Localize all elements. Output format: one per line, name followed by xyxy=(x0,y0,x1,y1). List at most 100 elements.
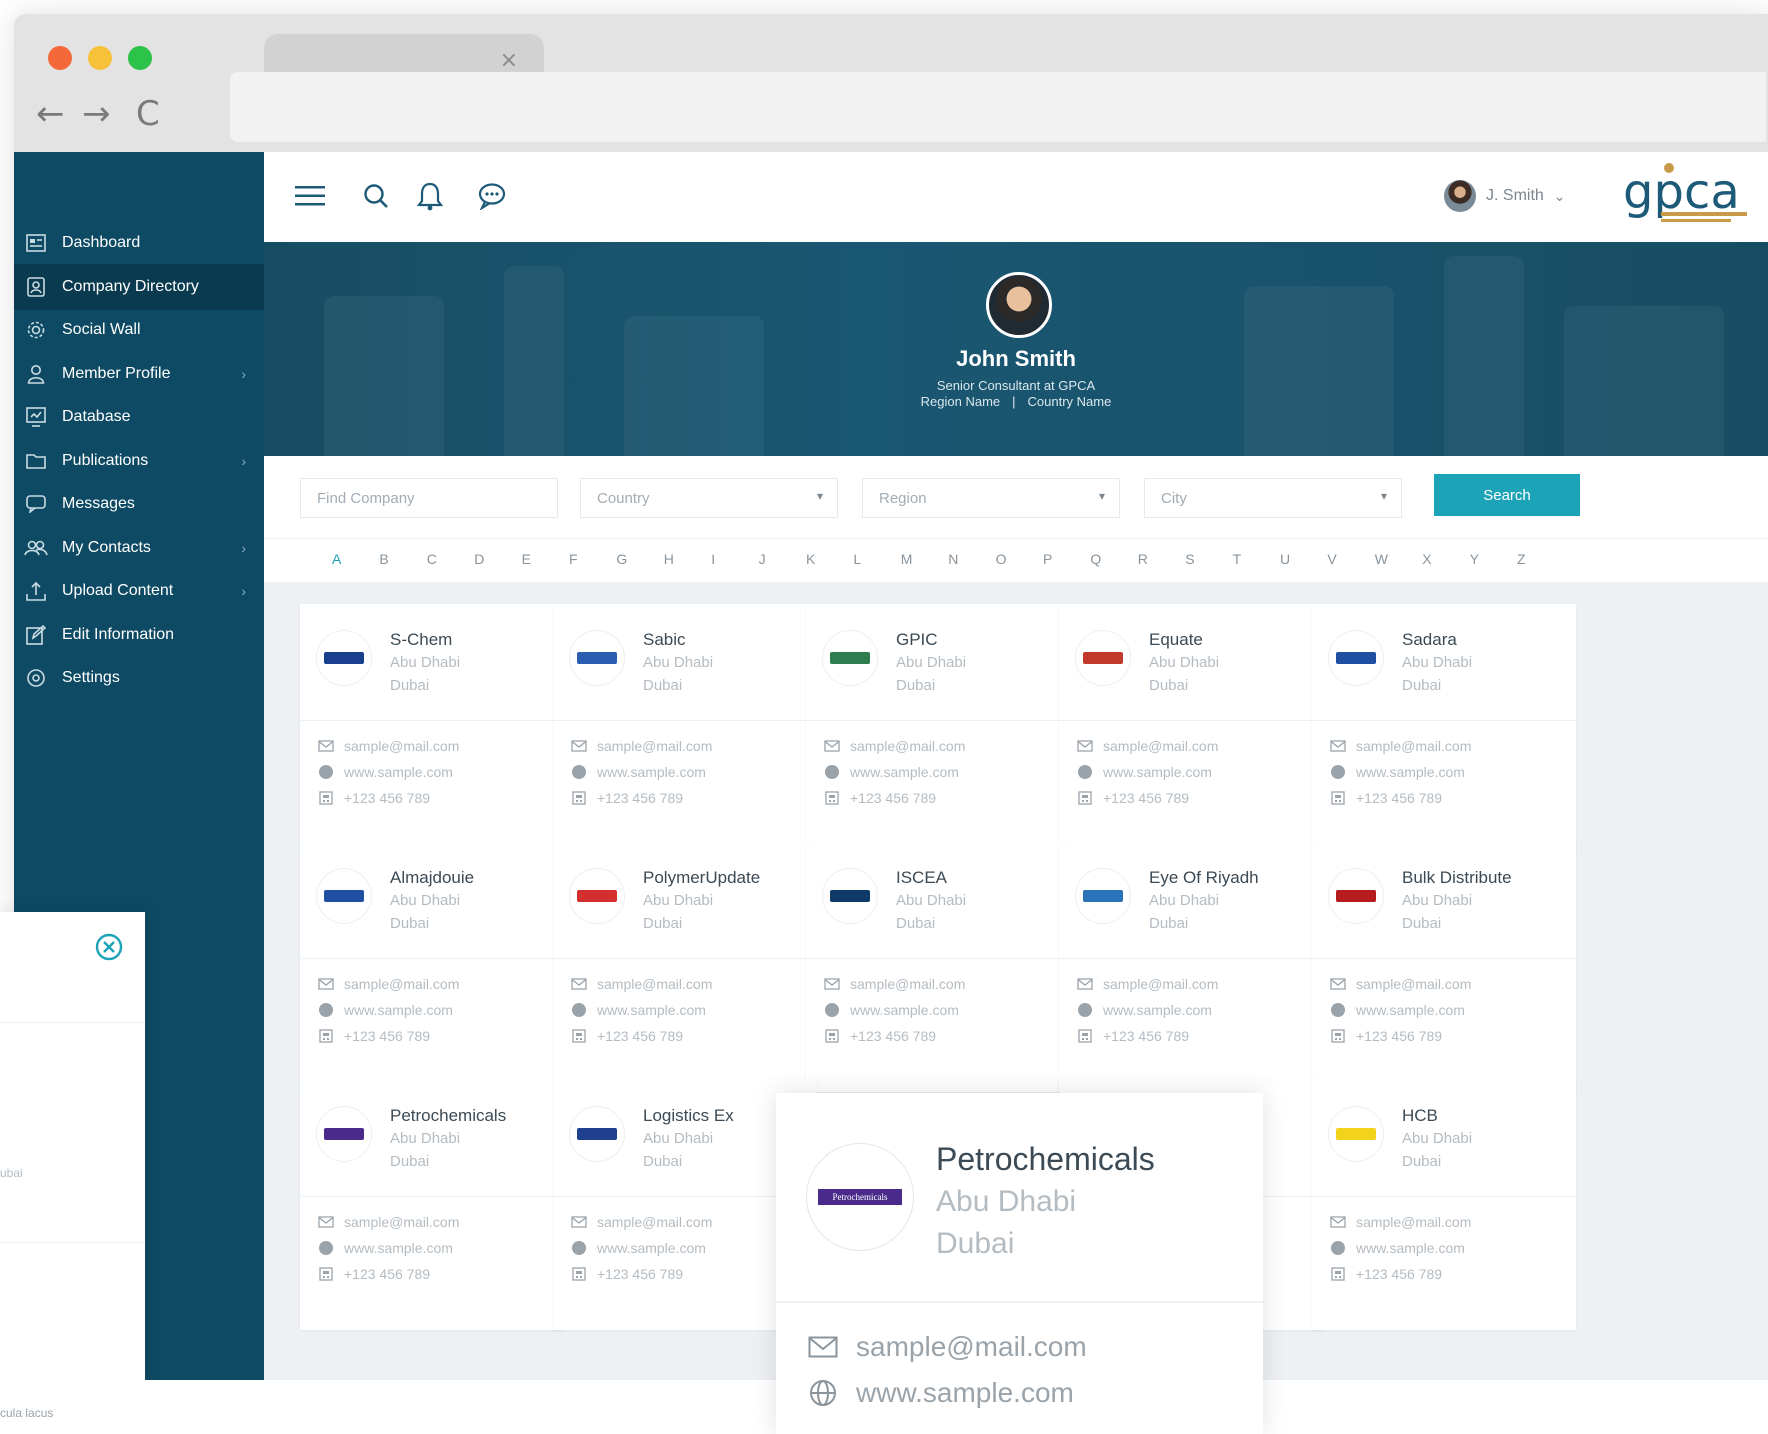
company-website[interactable]: www.sample.com xyxy=(824,764,959,780)
company-email[interactable]: sample@mail.com xyxy=(318,738,459,754)
company-phone[interactable]: +123 456 789 xyxy=(824,1028,936,1044)
letter-filter-l[interactable]: L xyxy=(853,551,861,567)
company-phone[interactable]: +123 456 789 xyxy=(1330,790,1442,806)
minimize-window-dot[interactable] xyxy=(88,46,112,70)
company-website[interactable]: www.sample.com xyxy=(571,1002,706,1018)
search-icon[interactable] xyxy=(358,178,394,214)
company-website[interactable]: www.sample.com xyxy=(1330,1240,1465,1256)
sidebar-item-dashboard[interactable]: Dashboard xyxy=(14,220,264,266)
company-phone[interactable]: +123 456 789 xyxy=(571,1028,683,1044)
company-website[interactable]: www.sample.com xyxy=(571,1240,706,1256)
company-phone[interactable]: +123 456 789 xyxy=(318,1028,430,1044)
company-card[interactable]: Sabic Abu Dhabi Dubai sample@mail.com www.sa… xyxy=(553,604,817,854)
letter-filter-o[interactable]: O xyxy=(996,551,1007,567)
company-card[interactable]: Eye Of Riyadh Abu Dhabi Dubai sample@mail.c… xyxy=(1059,842,1323,1092)
letter-filter-x[interactable]: X xyxy=(1422,551,1431,567)
sidebar-item-database[interactable]: Database xyxy=(14,394,264,440)
address-bar[interactable] xyxy=(230,72,1766,142)
search-button[interactable]: Search xyxy=(1434,474,1580,516)
letter-filter-c[interactable]: C xyxy=(427,551,437,567)
company-phone[interactable]: +123 456 789 xyxy=(571,790,683,806)
company-card[interactable]: PolymerUpdate Abu Dhabi Dubai sample@mail.c… xyxy=(553,842,817,1092)
profile-avatar[interactable] xyxy=(986,272,1052,338)
company-website[interactable]: www.sample.com xyxy=(318,1002,453,1018)
company-name[interactable]: Sadara xyxy=(1402,630,1457,650)
company-email[interactable]: sample@mail.com xyxy=(824,976,965,992)
chat-bubble-icon[interactable] xyxy=(474,178,510,214)
company-email[interactable]: sample@mail.com xyxy=(571,738,712,754)
region-select[interactable]: Region ▾ xyxy=(862,478,1120,518)
sidebar-item-edit-information[interactable]: Edit Information xyxy=(14,612,264,658)
company-email[interactable]: sample@mail.com xyxy=(1077,976,1218,992)
letter-filter-s[interactable]: S xyxy=(1185,551,1194,567)
sidebar-item-upload-content[interactable]: Upload Content › xyxy=(14,568,264,614)
company-name[interactable]: Bulk Distribute xyxy=(1402,868,1512,888)
company-email[interactable]: sample@mail.com xyxy=(318,1214,459,1230)
close-window-dot[interactable] xyxy=(48,46,72,70)
company-card[interactable]: Petrochemicals Abu Dhabi Dubai sample@mail.… xyxy=(300,1080,564,1330)
reload-icon[interactable]: C xyxy=(136,94,160,134)
company-card[interactable]: Equate Abu Dhabi Dubai sample@mail.com www.s… xyxy=(1059,604,1323,854)
company-card[interactable]: ISCEA Abu Dhabi Dubai sample@mail.com www.sa… xyxy=(806,842,1070,1092)
company-email[interactable]: sample@mail.com xyxy=(571,976,712,992)
company-name[interactable]: S-Chem xyxy=(390,630,452,650)
company-name[interactable]: GPIC xyxy=(896,630,938,650)
company-name[interactable]: ISCEA xyxy=(896,868,947,888)
company-card[interactable]: GPIC Abu Dhabi Dubai sample@mail.com www.sam… xyxy=(806,604,1070,854)
company-phone[interactable]: +123 456 789 xyxy=(318,790,430,806)
company-name[interactable]: Eye Of Riyadh xyxy=(1149,868,1259,888)
company-name[interactable]: Almajdouie xyxy=(390,868,474,888)
company-website[interactable]: www.sample.com xyxy=(1077,764,1212,780)
company-website[interactable]: www.sample.com xyxy=(318,764,453,780)
letter-filter-v[interactable]: V xyxy=(1327,551,1336,567)
sidebar-item-member-profile[interactable]: Member Profile › xyxy=(14,351,264,397)
sidebar-item-messages[interactable]: Messages xyxy=(14,481,264,527)
company-name[interactable]: Sabic xyxy=(643,630,686,650)
company-phone[interactable]: +123 456 789 xyxy=(318,1266,430,1282)
company-card[interactable]: HCB Abu Dhabi Dubai sample@mail.com www.samp… xyxy=(1312,1080,1576,1330)
company-website[interactable]: www.sample.com xyxy=(1077,1002,1212,1018)
sidebar-item-my-contacts[interactable]: My Contacts › xyxy=(14,525,264,571)
sidebar-item-social-wall[interactable]: Social Wall xyxy=(14,307,264,353)
company-card[interactable]: Almajdouie Abu Dhabi Dubai sample@mail.com w… xyxy=(300,842,564,1092)
company-email[interactable]: sample@mail.com xyxy=(571,1214,712,1230)
letter-filter-a[interactable]: A xyxy=(332,551,341,567)
company-email[interactable]: sample@mail.com xyxy=(1077,738,1218,754)
company-email[interactable]: sample@mail.com xyxy=(808,1331,1087,1363)
menu-icon[interactable] xyxy=(292,178,328,214)
letter-filter-h[interactable]: H xyxy=(664,551,674,567)
letter-filter-j[interactable]: J xyxy=(759,551,766,567)
company-name[interactable]: PolymerUpdate xyxy=(643,868,760,888)
company-phone[interactable]: +123 456 789 xyxy=(1077,1028,1189,1044)
letter-filter-b[interactable]: B xyxy=(379,551,388,567)
company-phone[interactable]: +123 456 789 xyxy=(824,790,936,806)
forward-arrow-icon[interactable]: → xyxy=(82,94,111,134)
letter-filter-i[interactable]: I xyxy=(711,551,715,567)
letter-filter-f[interactable]: F xyxy=(569,551,578,567)
tab-close-icon[interactable]: × xyxy=(500,48,518,73)
company-website[interactable]: www.sample.com xyxy=(1330,1002,1465,1018)
company-card[interactable]: S-Chem Abu Dhabi Dubai sample@mail.com www.s… xyxy=(300,604,564,854)
letter-filter-w[interactable]: W xyxy=(1375,551,1388,567)
letter-filter-u[interactable]: U xyxy=(1280,551,1290,567)
company-email[interactable]: sample@mail.com xyxy=(318,976,459,992)
find-company-input[interactable]: Find Company xyxy=(300,478,558,518)
company-name[interactable]: Petrochemicals xyxy=(936,1141,1155,1178)
city-select[interactable]: City ▾ xyxy=(1144,478,1402,518)
sidebar-item-publications[interactable]: Publications › xyxy=(14,438,264,484)
letter-filter-m[interactable]: M xyxy=(901,551,913,567)
letter-filter-q[interactable]: Q xyxy=(1090,551,1101,567)
letter-filter-t[interactable]: T xyxy=(1233,551,1242,567)
company-website[interactable]: www.sample.com xyxy=(808,1377,1074,1409)
company-email[interactable]: sample@mail.com xyxy=(1330,738,1471,754)
letter-filter-z[interactable]: Z xyxy=(1517,551,1526,567)
company-name[interactable]: Equate xyxy=(1149,630,1203,650)
sidebar-item-company-directory[interactable]: Company Directory xyxy=(14,263,264,310)
letter-filter-g[interactable]: G xyxy=(616,551,627,567)
company-phone[interactable]: +123 456 789 xyxy=(1330,1266,1442,1282)
company-card-zoom[interactable]: Petrochemicals Petrochemicals Abu Dhabi … xyxy=(776,1093,1263,1434)
company-phone[interactable]: +123 456 789 xyxy=(1330,1028,1442,1044)
letter-filter-d[interactable]: D xyxy=(474,551,484,567)
company-website[interactable]: www.sample.com xyxy=(318,1240,453,1256)
letter-filter-p[interactable]: P xyxy=(1043,551,1052,567)
